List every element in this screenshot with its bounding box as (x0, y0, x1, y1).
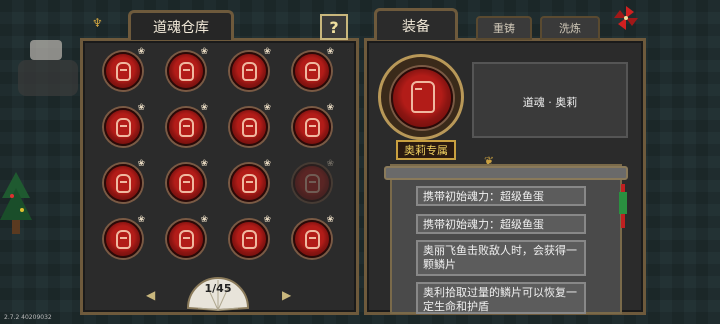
soul-orb (167, 52, 205, 90)
soul-orb (104, 108, 142, 146)
mask-icon (305, 118, 320, 137)
soul-orb (167, 220, 205, 258)
tassel-decoration (619, 184, 627, 228)
soul-name: 道魂 · 奥莉 (522, 96, 578, 109)
soul-orb (293, 108, 331, 146)
flower-icon: ❀ (263, 47, 271, 57)
mask-icon (242, 118, 257, 137)
flower-icon: ❀ (326, 215, 334, 225)
soul-name-box: 道魂 · 奥莉 (472, 62, 628, 138)
soul-orb (293, 220, 331, 258)
flower-icon: ❀ (200, 159, 208, 169)
tab-forge[interactable]: 重铸 (476, 16, 532, 40)
soul-slot[interactable]: ❀ (228, 103, 271, 148)
soul-orb (293, 164, 331, 202)
background-furniture (18, 60, 78, 96)
ornament-icon: ♆ (92, 16, 103, 30)
page-indicator: 1/45 (204, 282, 232, 295)
soul-slot[interactable]: ❀ (291, 103, 334, 148)
soul-slot[interactable]: ❀ (165, 103, 208, 148)
flower-icon: ❀ (137, 159, 145, 169)
soul-slot[interactable]: ❀ (291, 159, 334, 204)
mask-icon (116, 174, 131, 193)
soul-orb (230, 52, 268, 90)
christmas-tree-decoration (0, 172, 32, 234)
mask-icon (305, 230, 320, 249)
effect-line: 携带初始魂力：超级鱼蛋 (416, 214, 586, 234)
next-page-button[interactable]: ▶ (282, 288, 291, 302)
mask-icon (242, 230, 257, 249)
warehouse-title: 道魂仓库 (128, 10, 234, 40)
mask-icon (411, 81, 435, 113)
soul-orb (167, 164, 205, 202)
flower-icon: ❀ (200, 103, 208, 113)
soul-orb (104, 220, 142, 258)
soul-slot[interactable]: ❀ (165, 159, 208, 204)
soul-orb (293, 52, 331, 90)
mask-icon (242, 174, 257, 193)
soul-grid: ❀ ❀ ❀ ❀ ❀ ❀ ❀ ❀ ❀ ❀ ❀ ❀ ❀ ❀ ❀ ❀ (96, 47, 346, 270)
soul-orb (230, 108, 268, 146)
close-pinwheel-icon[interactable] (612, 4, 640, 32)
tab-equip[interactable]: 装备 (374, 8, 458, 40)
equipped-soul-orb (391, 67, 453, 129)
flower-icon: ❀ (263, 215, 271, 225)
flower-icon: ❀ (326, 47, 334, 57)
soul-slot[interactable]: ❀ (102, 215, 145, 260)
soul-orb (104, 52, 142, 90)
flower-icon: ❀ (137, 215, 145, 225)
effect-line: 携带初始魂力：超级鱼蛋 (416, 186, 586, 206)
soul-slot[interactable]: ❀ (291, 215, 334, 260)
effect-line: 奥利拾取过量的鳞片可以恢复一定生命和护盾 (416, 282, 586, 314)
soul-orb (104, 164, 142, 202)
mask-icon (305, 174, 320, 193)
mask-icon (242, 62, 257, 81)
soul-orb (230, 164, 268, 202)
flower-icon: ❀ (200, 47, 208, 57)
flower-icon: ❀ (137, 47, 145, 57)
soul-slot[interactable]: ❀ (228, 159, 271, 204)
mask-icon (179, 174, 194, 193)
exclusive-badge: 奥莉专属 (396, 140, 456, 160)
flower-icon: ❀ (326, 159, 334, 169)
flower-icon: ❀ (263, 159, 271, 169)
flower-icon: ❀ (200, 215, 208, 225)
soul-slot[interactable]: ❀ (165, 215, 208, 260)
flower-icon: ❀ (137, 103, 145, 113)
soul-slot[interactable]: ❀ (102, 159, 145, 204)
mask-icon (179, 230, 194, 249)
scroll-roller (384, 166, 628, 180)
mask-icon (305, 62, 320, 81)
tab-wash[interactable]: 洗炼 (540, 16, 600, 40)
soul-slot[interactable]: ❀ (228, 215, 271, 260)
flower-icon: ❀ (326, 103, 334, 113)
mask-icon (116, 230, 131, 249)
mask-icon (179, 118, 194, 137)
soul-slot[interactable]: ❀ (102, 47, 145, 92)
effect-line: 奥丽飞鱼击败敌人时，会获得一颗鳞片 (416, 240, 586, 276)
soul-slot[interactable]: ❀ (102, 103, 145, 148)
soul-slot[interactable]: ❀ (165, 47, 208, 92)
flower-icon: ❀ (263, 103, 271, 113)
version-label: 2.7.2 40209032 (4, 314, 52, 321)
soul-orb (230, 220, 268, 258)
soul-orb (167, 108, 205, 146)
soul-slot[interactable]: ❀ (291, 47, 334, 92)
help-button[interactable]: ? (320, 14, 348, 40)
background-prop (30, 40, 62, 60)
equipped-soul-slot[interactable] (378, 54, 464, 140)
prev-page-button[interactable]: ◀ (146, 288, 155, 302)
mask-icon (116, 62, 131, 81)
mask-icon (179, 62, 194, 81)
mask-icon (116, 118, 131, 137)
soul-slot[interactable]: ❀ (228, 47, 271, 92)
